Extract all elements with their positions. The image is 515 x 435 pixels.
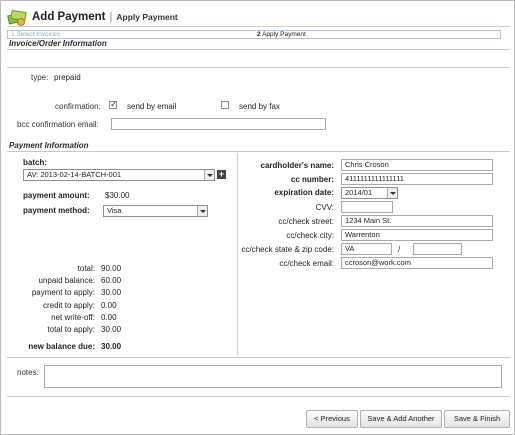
batch-label: batch:	[23, 158, 47, 167]
notes-textarea[interactable]	[44, 365, 502, 388]
summary-label: net write-off:	[51, 312, 95, 322]
cc-email-label: cc/check email:	[279, 259, 334, 268]
step-label: Select Invoices	[16, 31, 61, 38]
bcc-email-input[interactable]	[111, 118, 326, 130]
cvv-input[interactable]	[341, 201, 393, 213]
summary-value: 30.00	[101, 288, 122, 298]
chevron-down-icon	[197, 206, 207, 216]
new-balance-label: new balance due:	[28, 342, 95, 351]
cc-number-input[interactable]: 4111111111111111	[341, 173, 493, 185]
send-fax-label: send by fax	[239, 102, 280, 111]
add-batch-button[interactable]: +	[217, 170, 226, 179]
save-add-another-button[interactable]: Save & Add Another	[360, 410, 442, 428]
step-number: 1	[11, 31, 15, 38]
expiration-date-value: 2014/01	[345, 188, 373, 197]
wizard-steps: 1 Select Invoices 2 Apply Payment	[7, 30, 501, 39]
chevron-down-icon	[387, 188, 397, 198]
summary-label: total:	[77, 264, 95, 273]
invoice-divider	[7, 67, 510, 68]
notes-label: notes:	[17, 368, 39, 377]
payment-method-label: payment method:	[23, 206, 90, 215]
cc-zip-input[interactable]	[413, 243, 462, 255]
type-label: type:	[31, 73, 49, 82]
save-finish-button[interactable]: Save & Finish	[444, 410, 510, 428]
cardholder-name-label: cardholder's name:	[260, 161, 334, 170]
add-payment-window: Add Payment | Apply Payment 1 Select Inv…	[0, 0, 515, 435]
new-balance-value: 30.00	[101, 342, 122, 351]
payment-amount-label: payment amount:	[23, 191, 90, 200]
title-separator: |	[109, 11, 113, 23]
expiration-date-label: expiration date:	[274, 188, 334, 197]
summary-value: 30.00	[101, 325, 122, 334]
summary-value: 0.00	[101, 300, 117, 310]
summary-value: 90.00	[101, 264, 122, 273]
money-icon	[7, 9, 27, 26]
expiration-date-select[interactable]: 2014/01	[341, 187, 398, 199]
cc-city-input[interactable]: Warrenton	[341, 229, 493, 241]
notes-divider	[7, 357, 510, 358]
cardholder-name-input[interactable]: Chris Croson	[341, 159, 493, 171]
column-divider	[237, 153, 238, 355]
window-title: Add Payment	[32, 11, 106, 23]
payment-method-select[interactable]: Visa	[103, 205, 208, 217]
step-label: Apply Payment	[262, 31, 306, 38]
send-email-checkbox[interactable]: ✓	[109, 99, 118, 109]
summary-label: unpaid balance:	[38, 276, 96, 286]
type-value: prepaid	[54, 73, 81, 82]
check-icon: ✓	[110, 99, 118, 109]
summary-label: payment to apply:	[31, 288, 95, 298]
send-fax-checkbox[interactable]	[221, 101, 229, 109]
payment-method-value: Visa	[107, 206, 122, 215]
cc-street-input[interactable]: 1234 Main St.	[341, 215, 493, 227]
cc-email-input[interactable]: ccroson@work.com	[341, 257, 493, 269]
previous-button[interactable]: < Previous	[306, 410, 358, 428]
cc-street-label: cc/check street:	[278, 217, 334, 226]
batch-value: AV: 2013-02-14-BATCH-001	[27, 170, 122, 179]
batch-select[interactable]: AV: 2013-02-14-BATCH-001	[23, 169, 215, 181]
confirmation-label: confirmation:	[55, 102, 101, 111]
cvv-label: CVV:	[315, 203, 334, 212]
cc-state-input[interactable]: VA	[341, 243, 392, 255]
summary-value: 0.00	[101, 312, 117, 322]
step-number: 2	[257, 31, 261, 38]
window-subtitle: Apply Payment	[116, 12, 178, 22]
footer-divider	[7, 396, 510, 397]
payment-amount-value: $30.00	[105, 191, 130, 200]
bcc-email-label: bcc confirmation email:	[17, 120, 99, 129]
summary-value: 60.00	[101, 276, 122, 286]
step-apply-payment: 2 Apply Payment	[254, 31, 500, 38]
zip-separator: /	[398, 245, 401, 254]
title-divider	[7, 26, 510, 27]
cc-city-label: cc/check city:	[286, 231, 334, 240]
cc-number-label: cc number:	[290, 175, 334, 184]
chevron-down-icon	[204, 170, 214, 180]
step-select-invoices[interactable]: 1 Select Invoices	[8, 31, 254, 38]
cc-state-zip-label: cc/check state & zip code:	[241, 245, 335, 254]
summary-label: credit to apply:	[42, 300, 95, 310]
invoice-section-heading: Invoice/Order Information	[7, 39, 510, 50]
payment-section-heading: Payment Information	[7, 141, 510, 152]
send-email-label: send by email	[127, 102, 177, 111]
summary-label: total to apply:	[47, 325, 95, 334]
